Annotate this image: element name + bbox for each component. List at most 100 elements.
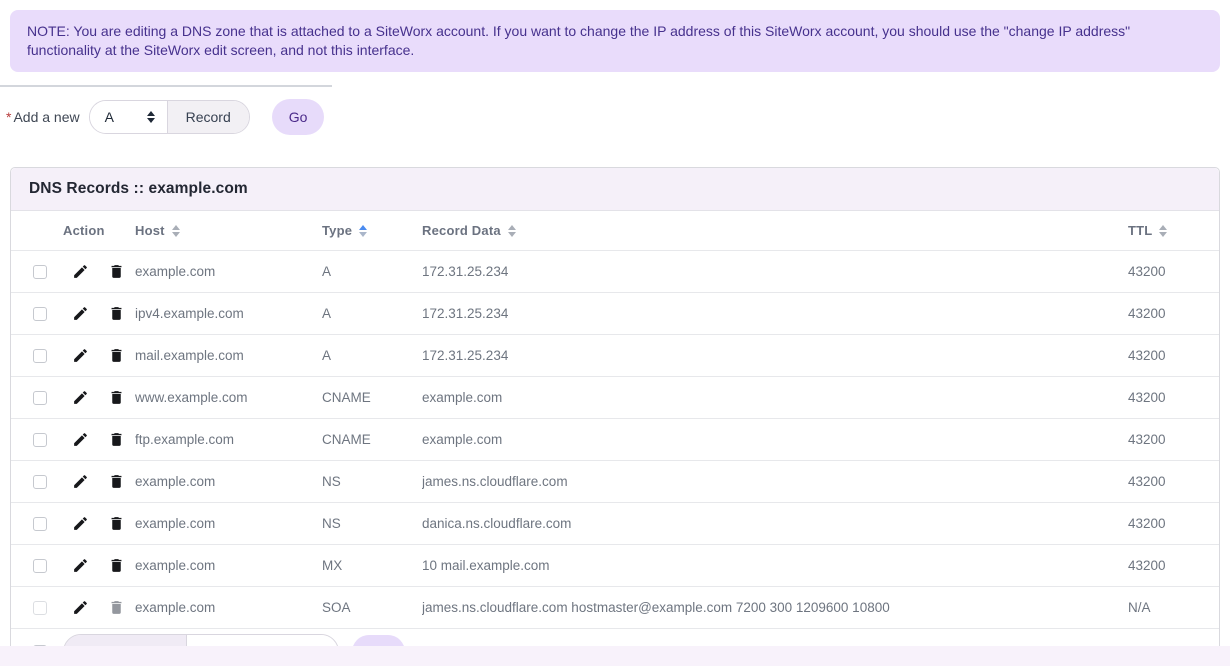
edit-button[interactable]: [63, 557, 97, 574]
bulk-action-value: Delete: [202, 644, 242, 647]
column-header-host[interactable]: Host: [135, 223, 322, 238]
add-record-go-button[interactable]: Go: [272, 99, 325, 135]
edit-button[interactable]: [63, 347, 97, 364]
with-selected-label: With Selected:: [64, 635, 187, 647]
panel-title: DNS Records :: example.com: [11, 168, 1219, 211]
type-cell: A: [322, 348, 422, 363]
bulk-action-go-button[interactable]: Go: [352, 635, 405, 647]
table-row: ftp.example.com CNAME example.com 43200: [11, 418, 1219, 460]
ttl-cell: 43200: [1128, 390, 1219, 405]
host-cell: example.com: [135, 264, 322, 279]
add-record-form: * Add a new A Record Go: [0, 85, 332, 149]
row-checkbox[interactable]: [33, 475, 47, 489]
type-cell: MX: [322, 558, 422, 573]
ttl-cell: 43200: [1128, 558, 1219, 573]
row-checkbox[interactable]: [33, 391, 47, 405]
delete-button[interactable]: [97, 557, 135, 574]
delete-button[interactable]: [97, 263, 135, 280]
row-checkbox[interactable]: [33, 559, 47, 573]
type-cell: NS: [322, 516, 422, 531]
table-header-row: Action Host Type Record Data TTL: [11, 211, 1219, 250]
row-checkbox[interactable]: [33, 349, 47, 363]
ttl-cell: 43200: [1128, 516, 1219, 531]
delete-button[interactable]: [97, 389, 135, 406]
pencil-icon: [72, 515, 89, 532]
delete-button[interactable]: [97, 347, 135, 364]
delete-button[interactable]: [97, 473, 135, 490]
ttl-cell: 43200: [1128, 264, 1219, 279]
record-type-value: A: [105, 109, 114, 125]
host-cell: example.com: [135, 516, 322, 531]
row-checkbox[interactable]: [33, 517, 47, 531]
column-header-record-data[interactable]: Record Data: [422, 223, 1128, 238]
trash-icon: [108, 263, 125, 280]
table-row: www.example.com CNAME example.com 43200: [11, 376, 1219, 418]
record-data-cell: danica.ns.cloudflare.com: [422, 516, 1128, 531]
edit-button[interactable]: [63, 515, 97, 532]
delete-button[interactable]: [97, 515, 135, 532]
table-row: example.com A 172.31.25.234 43200: [11, 250, 1219, 292]
edit-button[interactable]: [63, 473, 97, 490]
column-header-action: Action: [63, 223, 135, 238]
record-type-select[interactable]: A: [90, 101, 168, 133]
pencil-icon: [72, 431, 89, 448]
record-data-cell: james.ns.cloudflare.com: [422, 474, 1128, 489]
table-row: mail.example.com A 172.31.25.234 43200: [11, 334, 1219, 376]
record-suffix-label: Record: [168, 101, 249, 133]
table-row: example.com MX 10 mail.example.com 43200: [11, 544, 1219, 586]
ttl-cell: 43200: [1128, 474, 1219, 489]
table-row: example.com NS danica.ns.cloudflare.com …: [11, 502, 1219, 544]
host-cell: ftp.example.com: [135, 432, 322, 447]
pencil-icon: [72, 389, 89, 406]
trash-icon: [108, 515, 125, 532]
sort-arrows-icon[interactable]: [359, 225, 367, 237]
row-checkbox[interactable]: [33, 265, 47, 279]
host-cell: example.com: [135, 558, 322, 573]
trash-icon: [108, 347, 125, 364]
note-banner: NOTE: You are editing a DNS zone that is…: [10, 10, 1220, 72]
select-all-checkbox[interactable]: [33, 645, 47, 647]
sort-arrows-icon[interactable]: [172, 225, 180, 237]
type-cell: A: [322, 306, 422, 321]
record-data-cell: example.com: [422, 432, 1128, 447]
required-marker: *: [6, 109, 11, 125]
edit-button[interactable]: [63, 599, 97, 616]
record-data-cell: 10 mail.example.com: [422, 558, 1128, 573]
pencil-icon: [72, 305, 89, 322]
ttl-cell: 43200: [1128, 306, 1219, 321]
ttl-cell: 43200: [1128, 348, 1219, 363]
edit-button[interactable]: [63, 431, 97, 448]
pencil-icon: [72, 599, 89, 616]
add-record-label: Add a new: [13, 109, 79, 125]
row-checkbox[interactable]: [33, 433, 47, 447]
type-cell: CNAME: [322, 432, 422, 447]
pencil-icon: [72, 347, 89, 364]
column-header-ttl[interactable]: TTL: [1128, 223, 1219, 238]
type-cell: A: [322, 264, 422, 279]
sort-arrows-icon[interactable]: [508, 225, 516, 237]
record-data-cell: example.com: [422, 390, 1128, 405]
row-checkbox[interactable]: [33, 601, 47, 615]
delete-button[interactable]: [97, 305, 135, 322]
column-header-type[interactable]: Type: [322, 223, 422, 238]
edit-button[interactable]: [63, 263, 97, 280]
trash-icon: [108, 599, 125, 616]
host-cell: www.example.com: [135, 390, 322, 405]
delete-button[interactable]: [97, 431, 135, 448]
note-text: NOTE: You are editing a DNS zone that is…: [27, 23, 1130, 58]
trash-icon: [108, 431, 125, 448]
bulk-action-select[interactable]: Delete: [187, 635, 338, 647]
row-checkbox[interactable]: [33, 307, 47, 321]
record-type-group: A Record: [89, 100, 250, 134]
pencil-icon: [72, 263, 89, 280]
edit-button[interactable]: [63, 305, 97, 322]
ttl-cell: N/A: [1128, 600, 1219, 615]
with-selected-group: With Selected: Delete: [63, 634, 339, 647]
record-data-cell: 172.31.25.234: [422, 348, 1128, 363]
up-down-stepper-icon: [147, 111, 155, 123]
sort-arrows-icon[interactable]: [1159, 225, 1167, 237]
table-row: example.com NS james.ns.cloudflare.com 4…: [11, 460, 1219, 502]
edit-button[interactable]: [63, 389, 97, 406]
host-cell: example.com: [135, 600, 322, 615]
table-body: example.com A 172.31.25.234 43200 ipv4.e…: [11, 250, 1219, 628]
